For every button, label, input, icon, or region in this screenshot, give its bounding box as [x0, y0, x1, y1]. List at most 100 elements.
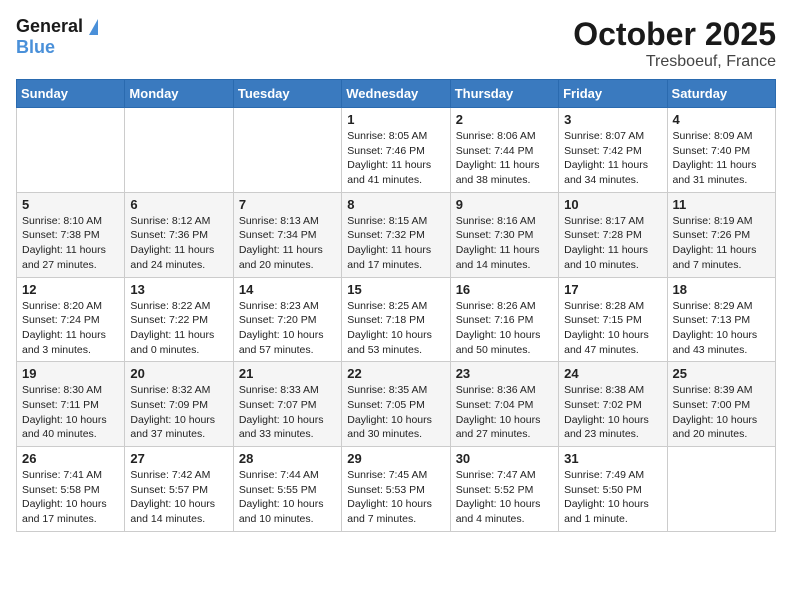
calendar-week-row: 1 Sunrise: 8:05 AM Sunset: 7:46 PM Daylig…: [17, 108, 776, 193]
location-text: Tresboeuf, France: [573, 53, 776, 71]
day-number: 3: [564, 112, 661, 127]
calendar-header: Sunday Monday Tuesday Wednesday Thursday…: [17, 80, 776, 108]
table-row: 10 Sunrise: 8:17 AM Sunset: 7:28 PM Dayli…: [559, 192, 667, 277]
day-info: Sunrise: 7:47 AM Sunset: 5:52 PM Dayligh…: [456, 468, 553, 527]
page-header: General Blue October 2025 Tresboeuf, Fra…: [16, 16, 776, 71]
table-row: 23 Sunrise: 8:36 AM Sunset: 7:04 PM Dayli…: [450, 362, 558, 447]
table-row: 13 Sunrise: 8:22 AM Sunset: 7:22 PM Dayli…: [125, 277, 233, 362]
day-info: Sunrise: 8:23 AM Sunset: 7:20 PM Dayligh…: [239, 299, 336, 358]
table-row: 19 Sunrise: 8:30 AM Sunset: 7:11 PM Dayli…: [17, 362, 125, 447]
day-number: 27: [130, 451, 227, 466]
title-block: October 2025 Tresboeuf, France: [573, 16, 776, 71]
table-row: 2 Sunrise: 8:06 AM Sunset: 7:44 PM Daylig…: [450, 108, 558, 193]
day-number: 19: [22, 366, 119, 381]
table-row: 8Sunrise: 8:15 AM Sunset: 7:32 PM Daylig…: [342, 192, 450, 277]
table-row: 24Sunrise: 8:38 AM Sunset: 7:02 PM Dayli…: [559, 362, 667, 447]
header-saturday: Saturday: [667, 80, 775, 108]
day-number: 5: [22, 197, 119, 212]
day-info: Sunrise: 8:10 AM Sunset: 7:38 PM Dayligh…: [22, 214, 119, 273]
day-info: Sunrise: 8:13 AM Sunset: 7:34 PM Dayligh…: [239, 214, 336, 273]
logo-triangle-icon: [89, 19, 98, 35]
day-info: Sunrise: 8:26 AM Sunset: 7:16 PM Dayligh…: [456, 299, 553, 358]
day-info: Sunrise: 8:17 AM Sunset: 7:28 PM Dayligh…: [564, 214, 661, 273]
day-info: Sunrise: 7:42 AM Sunset: 5:57 PM Dayligh…: [130, 468, 227, 527]
day-info: Sunrise: 8:22 AM Sunset: 7:22 PM Dayligh…: [130, 299, 227, 358]
day-number: 9: [456, 197, 553, 212]
table-row: 26 Sunrise: 7:41 AM Sunset: 5:58 PM Dayli…: [17, 447, 125, 532]
day-number: 17: [564, 282, 661, 297]
day-number: 2: [456, 112, 553, 127]
table-row: 14 Sunrise: 8:23 AM Sunset: 7:20 PM Dayli…: [233, 277, 341, 362]
day-info: Sunrise: 8:32 AM Sunset: 7:09 PM Dayligh…: [130, 383, 227, 442]
day-info: Sunrise: 8:15 AM Sunset: 7:32 PM Dayligh…: [347, 214, 444, 273]
day-number: 28: [239, 451, 336, 466]
day-info: Sunrise: 8:28 AM Sunset: 7:15 PM Dayligh…: [564, 299, 661, 358]
table-row: [233, 108, 341, 193]
day-info: Sunrise: 7:49 AM Sunset: 5:50 PM Dayligh…: [564, 468, 661, 527]
day-info: Sunrise: 8:36 AM Sunset: 7:04 PM Dayligh…: [456, 383, 553, 442]
day-number: 10: [564, 197, 661, 212]
day-number: 18: [673, 282, 770, 297]
calendar-week-row: 19 Sunrise: 8:30 AM Sunset: 7:11 PM Dayli…: [17, 362, 776, 447]
day-number: 30: [456, 451, 553, 466]
day-number: 11: [673, 197, 770, 212]
calendar-table: Sunday Monday Tuesday Wednesday Thursday…: [16, 79, 776, 532]
day-number: 6: [130, 197, 227, 212]
day-number: 25: [673, 366, 770, 381]
table-row: 28 Sunrise: 7:44 AM Sunset: 5:55 PM Dayli…: [233, 447, 341, 532]
table-row: 5 Sunrise: 8:10 AM Sunset: 7:38 PM Daylig…: [17, 192, 125, 277]
header-thursday: Thursday: [450, 80, 558, 108]
day-number: 12: [22, 282, 119, 297]
day-info: Sunrise: 8:33 AM Sunset: 7:07 PM Dayligh…: [239, 383, 336, 442]
table-row: [17, 108, 125, 193]
table-row: 16 Sunrise: 8:26 AM Sunset: 7:16 PM Dayli…: [450, 277, 558, 362]
day-number: 14: [239, 282, 336, 297]
day-number: 13: [130, 282, 227, 297]
table-row: 1 Sunrise: 8:05 AM Sunset: 7:46 PM Daylig…: [342, 108, 450, 193]
day-number: 21: [239, 366, 336, 381]
day-info: Sunrise: 8:39 AM Sunset: 7:00 PM Dayligh…: [673, 383, 770, 442]
table-row: 21 Sunrise: 8:33 AM Sunset: 7:07 PM Dayli…: [233, 362, 341, 447]
day-info: Sunrise: 8:12 AM Sunset: 7:36 PM Dayligh…: [130, 214, 227, 273]
table-row: [125, 108, 233, 193]
day-info: Sunrise: 7:41 AM Sunset: 5:58 PM Dayligh…: [22, 468, 119, 527]
table-row: 25 Sunrise: 8:39 AM Sunset: 7:00 PM Dayli…: [667, 362, 775, 447]
table-row: 11Sunrise: 8:19 AM Sunset: 7:26 PM Dayli…: [667, 192, 775, 277]
day-number: 23: [456, 366, 553, 381]
table-row: 18 Sunrise: 8:29 AM Sunset: 7:13 PM Dayli…: [667, 277, 775, 362]
table-row: 4Sunrise: 8:09 AM Sunset: 7:40 PM Daylig…: [667, 108, 775, 193]
header-tuesday: Tuesday: [233, 80, 341, 108]
logo: General Blue: [16, 16, 98, 58]
day-info: Sunrise: 8:06 AM Sunset: 7:44 PM Dayligh…: [456, 129, 553, 188]
calendar-body: 1 Sunrise: 8:05 AM Sunset: 7:46 PM Daylig…: [17, 108, 776, 532]
day-number: 7: [239, 197, 336, 212]
table-row: 31 Sunrise: 7:49 AM Sunset: 5:50 PM Dayli…: [559, 447, 667, 532]
day-number: 22: [347, 366, 444, 381]
month-title: October 2025: [573, 16, 776, 53]
day-info: Sunrise: 8:38 AM Sunset: 7:02 PM Dayligh…: [564, 383, 661, 442]
day-number: 26: [22, 451, 119, 466]
day-number: 16: [456, 282, 553, 297]
header-sunday: Sunday: [17, 80, 125, 108]
day-info: Sunrise: 8:16 AM Sunset: 7:30 PM Dayligh…: [456, 214, 553, 273]
day-info: Sunrise: 8:05 AM Sunset: 7:46 PM Dayligh…: [347, 129, 444, 188]
table-row: 9 Sunrise: 8:16 AM Sunset: 7:30 PM Daylig…: [450, 192, 558, 277]
table-row: 7 Sunrise: 8:13 AM Sunset: 7:34 PM Daylig…: [233, 192, 341, 277]
day-number: 31: [564, 451, 661, 466]
day-info: Sunrise: 8:30 AM Sunset: 7:11 PM Dayligh…: [22, 383, 119, 442]
day-info: Sunrise: 7:44 AM Sunset: 5:55 PM Dayligh…: [239, 468, 336, 527]
table-row: 15Sunrise: 8:25 AM Sunset: 7:18 PM Dayli…: [342, 277, 450, 362]
day-number: 1: [347, 112, 444, 127]
day-number: 15: [347, 282, 444, 297]
table-row: 3Sunrise: 8:07 AM Sunset: 7:42 PM Daylig…: [559, 108, 667, 193]
day-info: Sunrise: 8:29 AM Sunset: 7:13 PM Dayligh…: [673, 299, 770, 358]
calendar-week-row: 5 Sunrise: 8:10 AM Sunset: 7:38 PM Daylig…: [17, 192, 776, 277]
calendar-week-row: 12Sunrise: 8:20 AM Sunset: 7:24 PM Dayli…: [17, 277, 776, 362]
logo-blue-text: Blue: [16, 37, 55, 58]
header-wednesday: Wednesday: [342, 80, 450, 108]
day-info: Sunrise: 8:35 AM Sunset: 7:05 PM Dayligh…: [347, 383, 444, 442]
logo-general-text: General: [16, 16, 83, 37]
day-info: Sunrise: 8:09 AM Sunset: 7:40 PM Dayligh…: [673, 129, 770, 188]
header-monday: Monday: [125, 80, 233, 108]
table-row: 30 Sunrise: 7:47 AM Sunset: 5:52 PM Dayli…: [450, 447, 558, 532]
